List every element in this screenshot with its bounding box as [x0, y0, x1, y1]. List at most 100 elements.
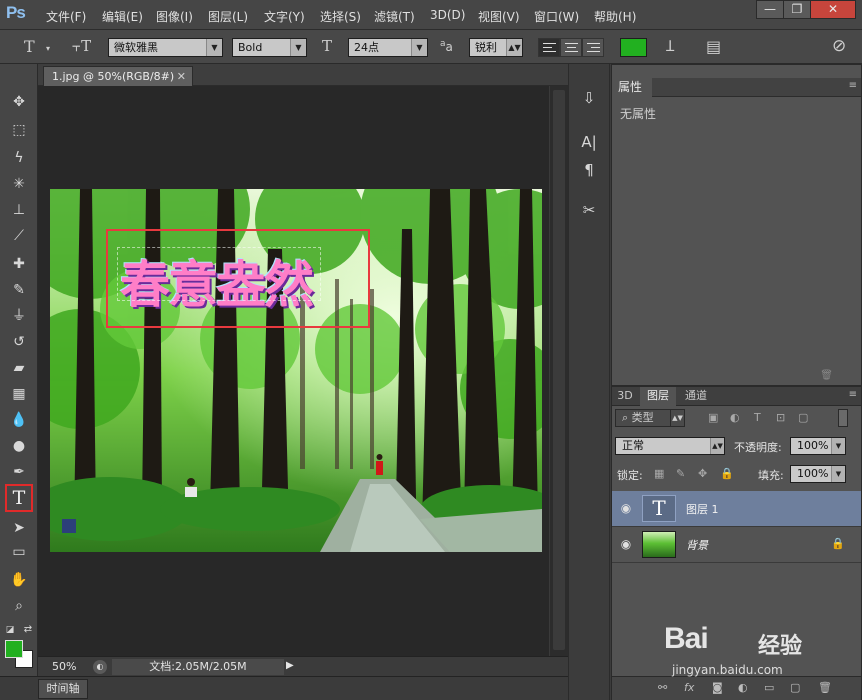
close-tab-icon[interactable]: ✕ [177, 67, 186, 86]
delete-layer-icon[interactable]: 🗑 [818, 681, 832, 694]
lock-image-icon[interactable]: ✎ [676, 467, 685, 480]
new-layer-icon[interactable]: ▢ [790, 681, 800, 694]
text-color-swatch[interactable] [620, 38, 647, 57]
menu-filter[interactable]: 滤镜(T) [374, 8, 415, 25]
menu-type[interactable]: 文字(Y) [264, 8, 305, 25]
close-button[interactable]: ✕ [810, 0, 856, 19]
magic-wand-tool-icon[interactable]: ✳ [9, 174, 29, 194]
paragraph-panel-icon[interactable]: ¶ [577, 158, 601, 182]
zoom-tool-icon[interactable]: ⌕ [9, 596, 29, 616]
adjustment-layer-icon[interactable]: ◐ [738, 681, 748, 694]
character-panel-icon[interactable]: A| [577, 130, 601, 154]
align-right-button[interactable] [582, 38, 604, 57]
preset-chevron-icon[interactable]: ▾ [46, 44, 50, 53]
status-menu-arrow-icon[interactable]: ▶ [286, 660, 294, 671]
timeline-tab[interactable]: 时间轴 [38, 679, 88, 699]
search-icon: ⌕ [622, 411, 632, 424]
menu-select[interactable]: 选择(S) [320, 8, 361, 25]
swap-colors-icon[interactable]: ⇄ [22, 620, 34, 640]
type-tool-preset-icon[interactable]: T [24, 37, 35, 56]
layer-filter-dropdown[interactable]: ⌕ 类型 ▲▼ [615, 409, 685, 427]
rectangle-tool-icon[interactable]: ▭ [9, 542, 29, 562]
layer-row-background[interactable]: ◉ 背景 🔒 [612, 527, 861, 563]
foreground-color-swatch[interactable] [5, 640, 23, 658]
eyedropper-tool-icon[interactable]: ⟋ [9, 226, 29, 246]
zoom-field[interactable]: 50% [42, 659, 90, 675]
layer-style-icon[interactable]: fx [684, 681, 694, 694]
menu-layer[interactable]: 图层(L) [208, 8, 248, 25]
layer-name[interactable]: 背景 [686, 537, 708, 553]
add-mask-icon[interactable]: ◙ [712, 681, 723, 694]
crop-tool-icon[interactable]: ⊥ [9, 200, 29, 220]
menu-help[interactable]: 帮助(H) [594, 8, 636, 25]
vertical-scrollbar[interactable] [549, 86, 568, 656]
font-size-dropdown[interactable]: 24点 ▼ [348, 38, 428, 57]
tool-presets-icon[interactable]: ✂ [577, 198, 601, 222]
new-group-icon[interactable]: ▭ [764, 681, 774, 694]
font-family-dropdown[interactable]: 微软雅黑 ▼ [108, 38, 223, 57]
align-center-button[interactable] [560, 38, 582, 57]
scrollbar-thumb[interactable] [553, 90, 565, 650]
filter-shape-icon[interactable]: ⊡ [776, 411, 785, 424]
minimize-button[interactable]: — [756, 0, 784, 19]
warp-text-icon[interactable]: Ʇ [666, 36, 674, 56]
lock-transparent-icon[interactable]: ▦ [654, 467, 664, 480]
filter-type-icon[interactable]: T [754, 411, 761, 424]
menu-view[interactable]: 视图(V) [478, 8, 520, 25]
path-selection-tool-icon[interactable]: ➤ [9, 518, 29, 538]
dodge-tool-icon[interactable]: ● [9, 436, 29, 456]
anti-alias-dropdown[interactable]: 锐利 ▲▼ [469, 38, 523, 57]
annotation-highlight-box [106, 229, 370, 328]
menu-edit[interactable]: 编辑(E) [102, 8, 143, 25]
photoshop-window: Ps 文件(F) 编辑(E) 图像(I) 图层(L) 文字(Y) 选择(S) 滤… [0, 0, 862, 700]
filter-adjust-icon[interactable]: ◐ [730, 411, 740, 424]
fill-field[interactable]: 100% ▼ [790, 465, 846, 483]
document-tab[interactable]: 1.jpg @ 50%(RGB/8#) ✕ [43, 66, 193, 86]
layer-name[interactable]: 图层 1 [686, 501, 719, 517]
healing-brush-tool-icon[interactable]: ✚ [9, 254, 29, 274]
lasso-tool-icon[interactable]: ϟ [9, 148, 29, 168]
default-colors-icon[interactable]: ◪ [4, 620, 16, 640]
move-tool-icon[interactable]: ✥ [9, 92, 29, 112]
character-panel-icon[interactable]: ▤ [706, 37, 721, 56]
pen-tool-icon[interactable]: ✒ [9, 462, 29, 482]
cancel-icon[interactable]: ⊘ [832, 36, 846, 56]
type-tool-button[interactable]: T [5, 484, 33, 512]
lock-position-icon[interactable]: ✥ [698, 467, 707, 480]
opacity-field[interactable]: 100% ▼ [790, 437, 846, 455]
menu-3d[interactable]: 3D(D) [430, 8, 465, 22]
blur-tool-icon[interactable]: 💧 [9, 410, 29, 430]
history-brush-tool-icon[interactable]: ↺ [9, 332, 29, 352]
tab-3d[interactable]: 3D [612, 387, 638, 406]
text-orientation-icon[interactable]: ⫟T [72, 37, 91, 55]
lock-all-icon[interactable]: 🔒 [720, 467, 734, 480]
font-style-dropdown[interactable]: Bold ▼ [232, 38, 307, 57]
tab-layers[interactable]: 图层 [640, 387, 676, 406]
blend-mode-dropdown[interactable]: 正常 ▲▼ [615, 437, 725, 455]
status-info-icon[interactable]: ◐ [93, 660, 107, 674]
menu-image[interactable]: 图像(I) [156, 8, 193, 25]
history-panel-icon[interactable]: ⇩ [577, 86, 601, 110]
filter-toggle-switch[interactable] [838, 409, 848, 427]
link-layers-icon[interactable]: ⚯ [658, 681, 667, 694]
restore-button[interactable]: ❐ [783, 0, 811, 19]
eraser-tool-icon[interactable]: ▰ [9, 358, 29, 378]
filter-smart-icon[interactable]: ▢ [798, 411, 808, 424]
chevron-down-icon: ▼ [206, 39, 222, 56]
layer-row-text[interactable]: ◉ T 图层 1 [612, 491, 861, 527]
clone-stamp-tool-icon[interactable]: ⏚ [9, 306, 29, 326]
filter-pixel-icon[interactable]: ▣ [708, 411, 718, 424]
align-left-button[interactable] [538, 38, 560, 57]
menu-window[interactable]: 窗口(W) [534, 8, 579, 25]
menu-file[interactable]: 文件(F) [46, 8, 86, 25]
hand-tool-icon[interactable]: ✋ [9, 570, 29, 590]
properties-tab[interactable]: 属性 [612, 78, 652, 97]
brush-tool-icon[interactable]: ✎ [9, 280, 29, 300]
marquee-tool-icon[interactable]: ⬚ [9, 120, 29, 140]
tab-channels[interactable]: 通道 [678, 387, 714, 406]
panel-menu-icon[interactable]: ≡ [849, 80, 857, 91]
gradient-tool-icon[interactable]: ▦ [9, 384, 29, 404]
visibility-eye-icon[interactable]: ◉ [618, 501, 634, 515]
panel-menu-icon[interactable]: ≡ [849, 389, 857, 400]
visibility-eye-icon[interactable]: ◉ [618, 537, 634, 551]
